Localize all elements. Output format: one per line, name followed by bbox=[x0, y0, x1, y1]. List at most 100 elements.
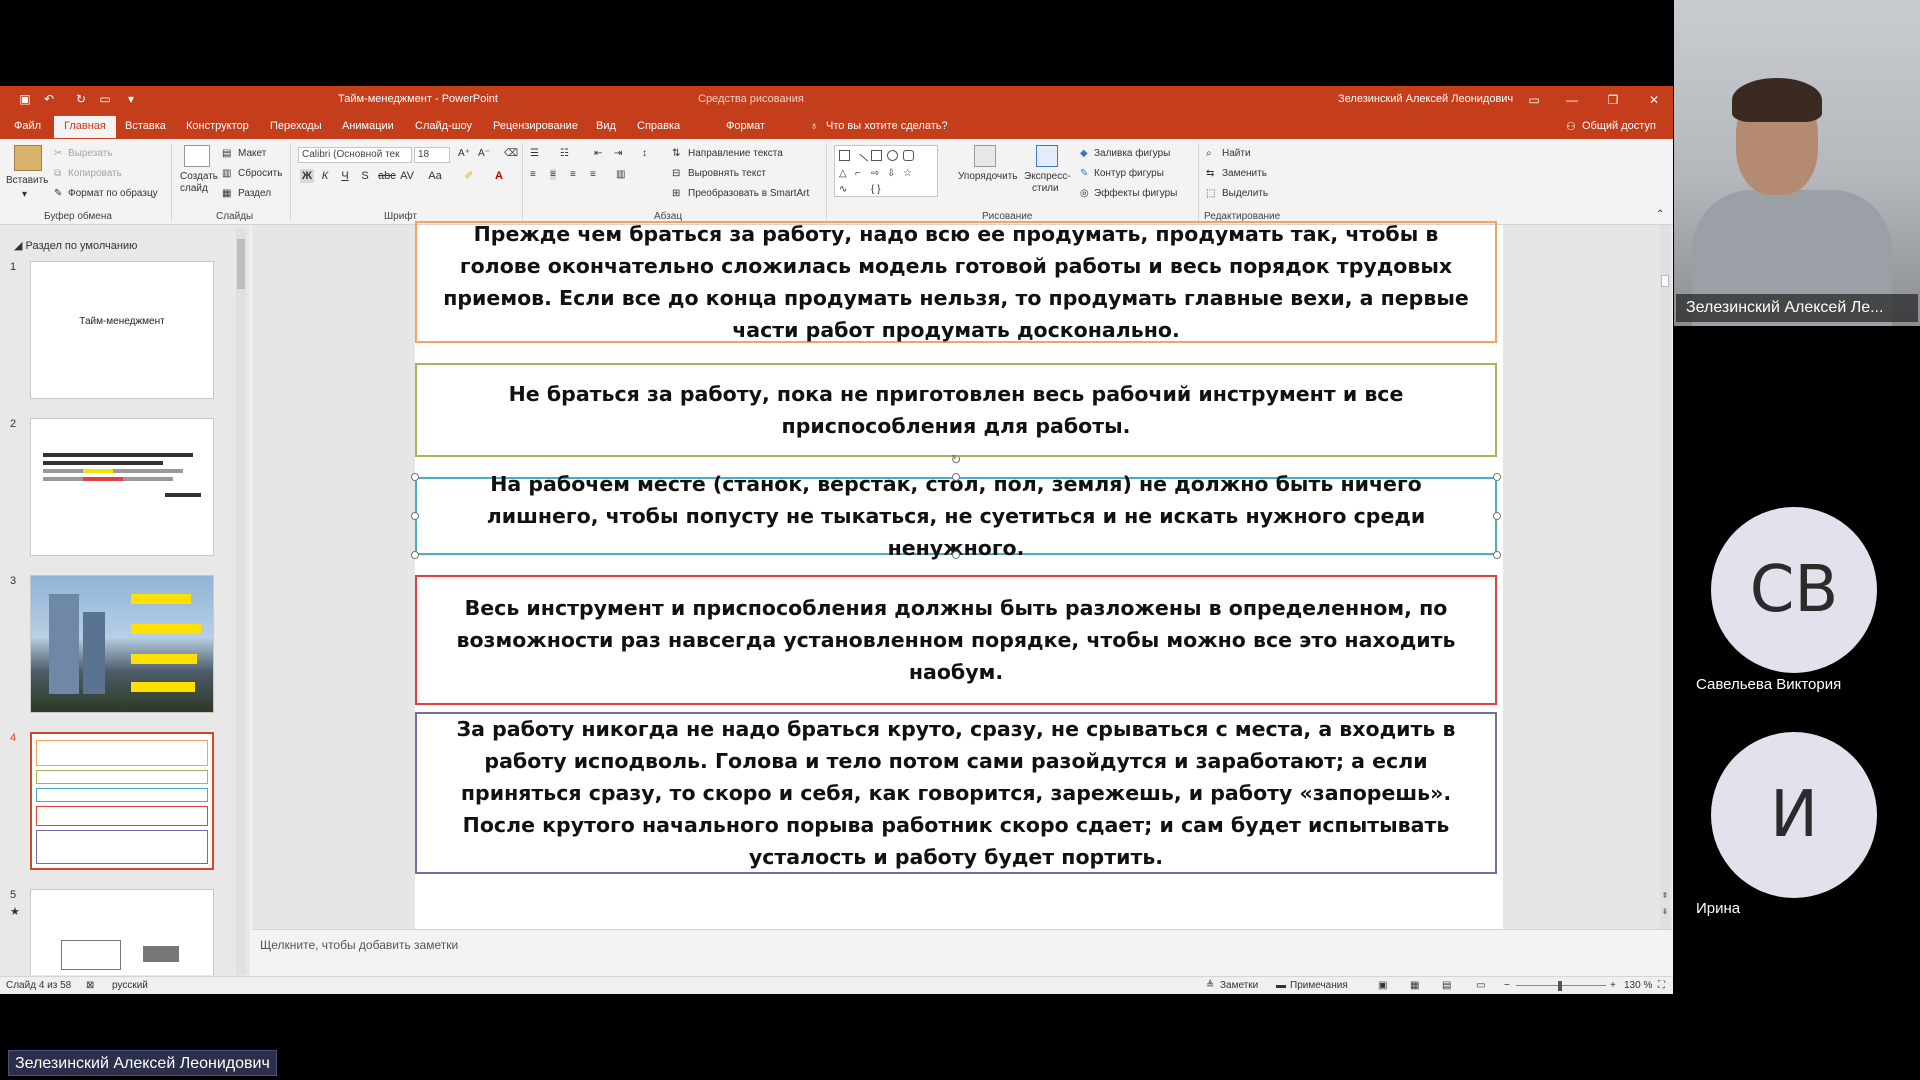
star-shape-icon[interactable]: ☆ bbox=[903, 168, 914, 179]
comments-toggle[interactable]: Примечания bbox=[1290, 980, 1348, 991]
slide-thumbnail-3[interactable] bbox=[30, 575, 214, 713]
text-box-5-text[interactable]: За работу никогда не надо браться круто,… bbox=[431, 713, 1481, 873]
spellcheck-icon[interactable]: ⊠ bbox=[86, 980, 94, 991]
resize-handle[interactable] bbox=[952, 551, 960, 559]
align-center-icon[interactable]: ≡ bbox=[550, 169, 556, 180]
text-box-2-text[interactable]: Не браться за работу, пока не приготовле… bbox=[431, 378, 1481, 442]
bold-icon[interactable]: Ж bbox=[300, 169, 314, 183]
text-box-5[interactable]: За работу никогда не надо браться круто,… bbox=[415, 712, 1497, 874]
layout-button[interactable]: Макет bbox=[238, 148, 266, 159]
tab-insert[interactable]: Вставка bbox=[125, 120, 166, 132]
tab-design[interactable]: Конструктор bbox=[186, 120, 249, 132]
slide-sorter-icon[interactable]: ▦ bbox=[1410, 980, 1419, 991]
tab-slideshow[interactable]: Слайд-шоу bbox=[415, 120, 472, 132]
quick-styles-button[interactable]: Экспресс- bbox=[1024, 171, 1071, 182]
slide-thumbnail-5[interactable] bbox=[30, 889, 214, 975]
zoom-in-icon[interactable]: + bbox=[1610, 980, 1616, 991]
font-size-box[interactable]: 18 bbox=[414, 147, 450, 163]
shape-fill-button[interactable]: Заливка фигуры bbox=[1094, 148, 1170, 159]
curve-shape-icon[interactable]: ∿ bbox=[839, 184, 850, 195]
arrow-shape-icon[interactable]: ⇨ bbox=[871, 168, 882, 179]
restore-icon[interactable]: ❐ bbox=[1603, 91, 1623, 109]
shape-outline-button[interactable]: Контур фигуры bbox=[1094, 168, 1164, 179]
share-button[interactable]: Общий доступ bbox=[1582, 120, 1656, 132]
shape-effects-icon[interactable]: ◎ bbox=[1080, 188, 1089, 199]
notes-placeholder[interactable]: Щелкните, чтобы добавить заметки bbox=[260, 938, 458, 952]
next-slide-icon[interactable]: ⇟ bbox=[1660, 907, 1670, 916]
shapes-gallery[interactable]: △ ⌐ ⇨ ⇩ ☆ ∿ { } bbox=[834, 145, 938, 197]
reset-button[interactable]: Сбросить bbox=[238, 168, 282, 179]
justify-icon[interactable]: ≡ bbox=[590, 169, 596, 180]
brace-shape-icon[interactable]: { } bbox=[871, 184, 882, 195]
increase-font-icon[interactable]: A⁺ bbox=[458, 148, 470, 159]
thumbnail-scrollbar[interactable] bbox=[236, 229, 246, 975]
save-icon[interactable]: ▣ bbox=[18, 92, 32, 106]
reset-icon[interactable]: ▥ bbox=[222, 168, 231, 179]
presenter-video-tile[interactable]: Зелезинский Алексей Ле... bbox=[1674, 0, 1920, 326]
tab-file[interactable]: Файл bbox=[14, 120, 41, 132]
slide-thumbnail-4[interactable] bbox=[30, 732, 214, 870]
rotate-handle-icon[interactable]: ↻ bbox=[949, 453, 963, 467]
user-name[interactable]: Зелезинский Алексей Леонидович bbox=[1338, 93, 1513, 105]
cut-icon[interactable]: ✂ bbox=[54, 148, 62, 159]
oval-shape-icon[interactable] bbox=[887, 150, 898, 161]
notes-toggle[interactable]: Заметки bbox=[1220, 980, 1258, 991]
tab-animations[interactable]: Анимации bbox=[342, 120, 394, 132]
shadow-icon[interactable]: S bbox=[358, 169, 372, 183]
start-slideshow-icon[interactable]: ▭ bbox=[98, 92, 112, 106]
quick-styles-button-line2[interactable]: стили bbox=[1032, 183, 1059, 194]
text-direction-button[interactable]: Направление текста bbox=[688, 148, 783, 159]
bullets-icon[interactable]: ☰ bbox=[530, 148, 539, 159]
textbox-shape-icon[interactable] bbox=[839, 150, 850, 161]
participant-avatar[interactable]: И bbox=[1711, 732, 1877, 898]
rectangle-shape-icon[interactable] bbox=[871, 150, 882, 161]
normal-view-icon[interactable]: ▣ bbox=[1378, 980, 1387, 991]
line-shape-icon[interactable] bbox=[852, 153, 869, 170]
font-name-box[interactable]: Calibri (Основной тек bbox=[298, 147, 412, 163]
numbering-icon[interactable]: ☷ bbox=[560, 148, 569, 159]
slide-thumbnail-1[interactable]: Тайм-менеджмент bbox=[30, 261, 214, 399]
format-painter-icon[interactable]: ✎ bbox=[54, 188, 62, 199]
clear-format-icon[interactable]: ⌫ bbox=[504, 148, 518, 159]
text-box-4-text[interactable]: Весь инструмент и приспособления должны … bbox=[431, 592, 1481, 688]
tab-view[interactable]: Вид bbox=[596, 120, 616, 132]
resize-handle[interactable] bbox=[411, 551, 419, 559]
quick-styles-icon[interactable] bbox=[1036, 145, 1058, 167]
resize-handle[interactable] bbox=[1493, 512, 1501, 520]
zoom-out-icon[interactable]: − bbox=[1504, 980, 1510, 991]
replace-icon[interactable]: ⇆ bbox=[1206, 168, 1214, 179]
char-spacing-icon[interactable]: AV bbox=[400, 169, 414, 183]
text-direction-icon[interactable]: ⇅ bbox=[672, 148, 680, 159]
strikethrough-icon[interactable]: abc bbox=[378, 169, 396, 183]
decrease-indent-icon[interactable]: ⇤ bbox=[594, 148, 602, 159]
scrollbar-thumb[interactable] bbox=[237, 239, 245, 289]
tab-format[interactable]: Формат bbox=[726, 120, 765, 132]
copy-icon[interactable]: ⧉ bbox=[54, 168, 61, 179]
decrease-font-icon[interactable]: A⁻ bbox=[478, 148, 490, 159]
slideshow-view-icon[interactable]: ▭ bbox=[1476, 980, 1485, 991]
text-box-2[interactable]: Не браться за работу, пока не приготовле… bbox=[415, 363, 1497, 457]
tab-transitions[interactable]: Переходы bbox=[270, 120, 322, 132]
customize-toolbar-icon[interactable]: ▾ bbox=[124, 92, 138, 106]
ribbon-display-icon[interactable]: ▭ bbox=[1524, 91, 1544, 109]
select-icon[interactable]: ⬚ bbox=[1206, 188, 1215, 199]
comments-icon[interactable]: ▬ bbox=[1276, 980, 1286, 991]
tab-review[interactable]: Рецензирование bbox=[493, 120, 578, 132]
redo-icon[interactable]: ↻ bbox=[74, 92, 88, 106]
section-button[interactable]: Раздел bbox=[238, 188, 271, 199]
align-right-icon[interactable]: ≡ bbox=[570, 169, 576, 180]
section-header[interactable]: ◢ Раздел по умолчанию bbox=[14, 239, 137, 252]
text-box-3-selected[interactable]: На рабочем месте (станок, верстак, стол,… bbox=[415, 472, 1497, 560]
new-slide-button-line2[interactable]: слайд bbox=[180, 183, 208, 194]
tab-help[interactable]: Справка bbox=[637, 120, 680, 132]
slide-canvas[interactable]: Прежде чем браться за работу, надо всю е… bbox=[411, 221, 1503, 929]
layout-icon[interactable]: ▤ bbox=[222, 148, 231, 159]
paste-dropdown-icon[interactable]: ▾ bbox=[22, 189, 27, 200]
resize-handle[interactable] bbox=[411, 473, 419, 481]
triangle-shape-icon[interactable]: △ bbox=[839, 168, 850, 179]
resize-handle[interactable] bbox=[1493, 551, 1501, 559]
participant-avatar[interactable]: СВ bbox=[1711, 507, 1877, 673]
undo-icon[interactable]: ↶ bbox=[42, 92, 56, 106]
connector-shape-icon[interactable]: ⌐ bbox=[855, 168, 866, 179]
resize-handle[interactable] bbox=[952, 473, 960, 481]
